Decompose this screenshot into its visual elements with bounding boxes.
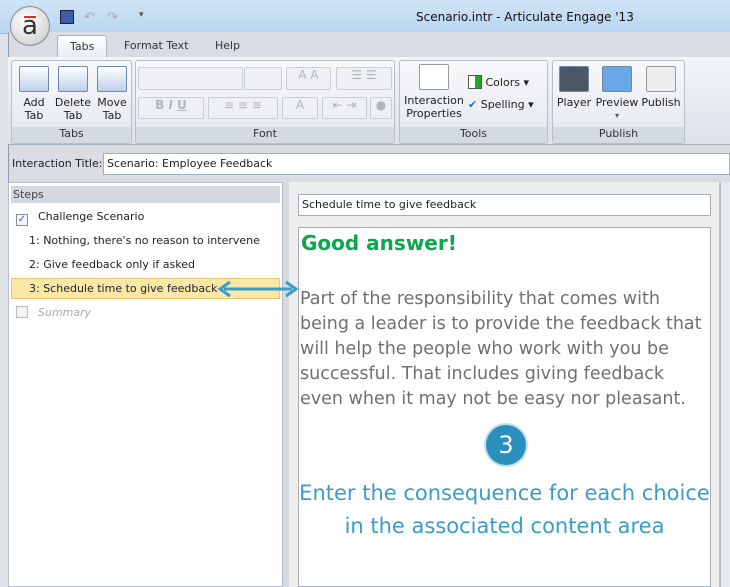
right-panel-edge bbox=[720, 182, 730, 587]
app-logo-button[interactable]: a bbox=[10, 6, 50, 46]
grow-shrink-font-buttons[interactable]: A A bbox=[286, 67, 331, 90]
hyperlink-icon[interactable]: ● bbox=[370, 97, 392, 119]
save-icon[interactable] bbox=[60, 10, 74, 24]
response-title-input[interactable]: Schedule time to give feedback bbox=[298, 194, 711, 216]
feedback-heading: Good answer! bbox=[301, 231, 457, 255]
interaction-title-input[interactable]: Scenario: Employee Feedback bbox=[103, 153, 730, 175]
steps-header: Steps bbox=[11, 186, 280, 203]
label: Delete Tab bbox=[54, 96, 92, 122]
redo-icon[interactable]: ↷ bbox=[107, 10, 118, 25]
group-label: Publish bbox=[553, 127, 684, 143]
step-choice-2[interactable]: 2: Give feedback only if asked bbox=[11, 255, 280, 275]
move-tab-icon bbox=[97, 66, 127, 92]
group-font: A A ☰ ☰ B I U ≡ ≡ ≡ A ⇤ ⇥ ● Font bbox=[135, 60, 395, 144]
label: Move Tab bbox=[97, 96, 127, 122]
group-tools: Interaction Properties Colors ▾ ✔ Spelli… bbox=[399, 60, 548, 144]
tab-tabs[interactable]: Tabs bbox=[57, 35, 108, 58]
interaction-properties-button[interactable]: Interaction Properties bbox=[402, 64, 466, 120]
group-tabs: Add Tab Delete Tab Move Tab Tabs bbox=[11, 60, 132, 144]
move-tab-button[interactable]: Move Tab bbox=[94, 66, 130, 122]
label: Preview bbox=[595, 96, 639, 109]
properties-icon bbox=[419, 64, 449, 90]
label: Player bbox=[556, 96, 592, 109]
indent-buttons[interactable]: ⇤ ⇥ bbox=[322, 97, 367, 119]
checkbox-checked-icon[interactable]: ✓ bbox=[16, 214, 28, 226]
step-number-badge: 3 bbox=[486, 425, 526, 465]
group-label: Font bbox=[136, 127, 394, 143]
colors-button[interactable]: Colors ▾ bbox=[468, 75, 529, 89]
undo-icon[interactable]: ↶ bbox=[84, 10, 95, 25]
font-size-select[interactable] bbox=[244, 67, 282, 90]
label: Summary bbox=[38, 306, 92, 319]
publish-icon bbox=[646, 66, 676, 92]
group-publish: Player Preview ▾ Publish Publish bbox=[552, 60, 685, 144]
colors-icon bbox=[468, 75, 482, 89]
delete-tab-button[interactable]: Delete Tab bbox=[54, 66, 92, 122]
label: 3: Schedule time to give feedback bbox=[29, 282, 218, 295]
logo-letter: a bbox=[22, 11, 38, 41]
preview-button[interactable]: Preview ▾ bbox=[595, 66, 639, 122]
label: Interaction Properties bbox=[404, 94, 464, 120]
step-challenge-scenario[interactable]: ✓ Challenge Scenario bbox=[11, 207, 280, 227]
label: Challenge Scenario bbox=[38, 210, 145, 223]
label: 1: Nothing, there's no reason to interve… bbox=[29, 234, 260, 247]
add-tab-icon bbox=[19, 66, 49, 92]
tab-help[interactable]: Help bbox=[203, 35, 252, 58]
add-tab-button[interactable]: Add Tab bbox=[16, 66, 52, 122]
publish-button[interactable]: Publish bbox=[641, 66, 681, 109]
label: Publish bbox=[641, 96, 681, 109]
customize-qat-icon[interactable]: ▾ bbox=[139, 10, 144, 20]
label: 2: Give feedback only if asked bbox=[29, 258, 195, 271]
step-summary[interactable]: Summary bbox=[11, 303, 280, 323]
group-label: Tools bbox=[400, 127, 547, 143]
group-label: Tabs bbox=[12, 127, 131, 143]
label: Colors bbox=[485, 76, 520, 89]
label: Add Tab bbox=[23, 96, 45, 122]
bold-italic-underline-buttons[interactable]: B I U bbox=[138, 97, 204, 119]
font-color-button[interactable]: A bbox=[282, 97, 318, 119]
step-choice-1[interactable]: 1: Nothing, there's no reason to interve… bbox=[11, 231, 280, 251]
align-buttons[interactable]: ≡ ≡ ≡ bbox=[208, 97, 278, 119]
player-icon bbox=[559, 66, 589, 92]
spelling-icon: ✔ bbox=[468, 98, 478, 111]
spelling-button[interactable]: ✔ Spelling ▾ bbox=[468, 98, 534, 111]
callout-text: Enter the consequence for each choice in… bbox=[299, 481, 710, 538]
list-buttons[interactable]: ☰ ☰ bbox=[336, 67, 392, 90]
double-arrow-icon bbox=[217, 280, 299, 298]
checkbox-unchecked-icon[interactable] bbox=[16, 306, 28, 318]
feedback-body: Part of the responsibility that comes wi… bbox=[300, 289, 702, 409]
font-family-select[interactable] bbox=[138, 67, 243, 90]
player-button[interactable]: Player bbox=[555, 66, 593, 109]
label: Spelling bbox=[480, 98, 525, 111]
interaction-title-label: Interaction Title: bbox=[12, 157, 103, 170]
delete-tab-icon bbox=[58, 66, 88, 92]
window-title: Scenario.intr - Articulate Engage '13 bbox=[416, 10, 634, 24]
preview-icon bbox=[602, 66, 632, 92]
tab-format-text[interactable]: Format Text bbox=[112, 35, 201, 58]
